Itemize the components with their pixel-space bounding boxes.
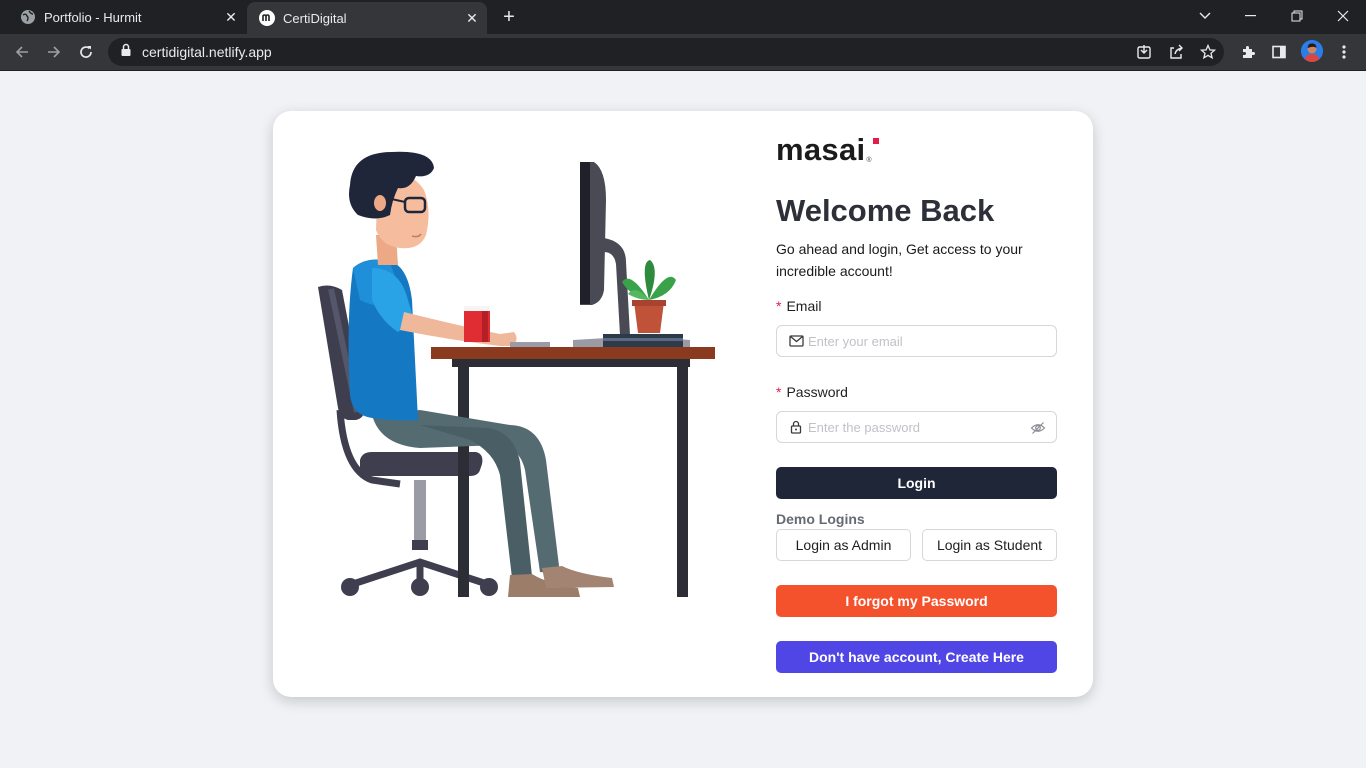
tab-portfolio[interactable]: Portfolio - Hurmit ✕ [8,0,246,34]
password-input[interactable] [808,419,1018,435]
restore-icon[interactable] [1274,0,1320,32]
logo-registered-mark: ® [866,157,872,164]
close-window-icon[interactable] [1320,0,1366,32]
masai-m-icon [259,10,275,26]
tab-search-icon[interactable] [1182,0,1228,32]
person-at-desk-illustration [318,151,715,597]
password-label-text: Password [786,384,848,400]
address-bar[interactable]: certidigital.netlify.app [108,38,1224,66]
email-label-text: Email [786,298,822,314]
mail-icon [788,333,804,349]
page-subtitle: Go ahead and login, Get access to your i… [776,241,1023,279]
login-as-student-button[interactable]: Login as Student [922,529,1057,561]
lock-icon [788,419,804,435]
login-button[interactable]: Login [776,467,1057,499]
profile-avatar[interactable] [1301,40,1323,62]
browser-titlebar: Portfolio - Hurmit ✕ CertiDigital ✕ + [0,0,1366,34]
lock-icon[interactable] [120,43,132,62]
forgot-password-button[interactable]: I forgot my Password [776,585,1057,617]
extensions-icon[interactable] [1234,38,1262,66]
create-account-button[interactable]: Don't have account, Create Here [776,641,1057,673]
logo-red-dot [873,138,879,144]
eye-off-icon[interactable] [1030,420,1046,436]
globe-icon [20,9,36,25]
side-panel-icon[interactable] [1265,38,1293,66]
new-tab-icon[interactable]: + [498,6,520,28]
required-asterisk: * [776,298,782,314]
password-field[interactable] [776,411,1057,443]
logo-wordmark: masai [776,132,866,167]
back-icon[interactable] [8,38,36,66]
bookmark-star-icon[interactable] [1194,38,1222,66]
demo-logins-title: Demo Logins [776,511,865,527]
close-tab-icon[interactable]: ✕ [222,8,240,26]
tab-title: CertiDigital [283,10,347,26]
tab-title: Portfolio - Hurmit [44,9,142,25]
email-field[interactable] [776,325,1057,357]
tab-certidigital[interactable]: CertiDigital ✕ [247,2,487,34]
masai-logo: masai ® [776,132,872,168]
email-input[interactable] [808,333,1018,349]
share-icon[interactable] [1162,38,1190,66]
email-label: * Email [776,298,821,314]
url-text: certidigital.netlify.app [142,44,272,60]
close-tab-icon[interactable]: ✕ [463,9,481,27]
browser-toolbar: certidigital.netlify.app [0,34,1366,71]
page-title: Welcome Back [776,193,995,228]
minimize-icon[interactable] [1228,0,1274,32]
password-label: * Password [776,384,848,400]
forward-icon[interactable] [40,38,68,66]
required-asterisk: * [776,384,782,400]
login-as-admin-button[interactable]: Login as Admin [776,529,911,561]
menu-kebab-icon[interactable] [1330,38,1358,66]
install-app-icon[interactable] [1130,38,1158,66]
reload-icon[interactable] [72,38,100,66]
